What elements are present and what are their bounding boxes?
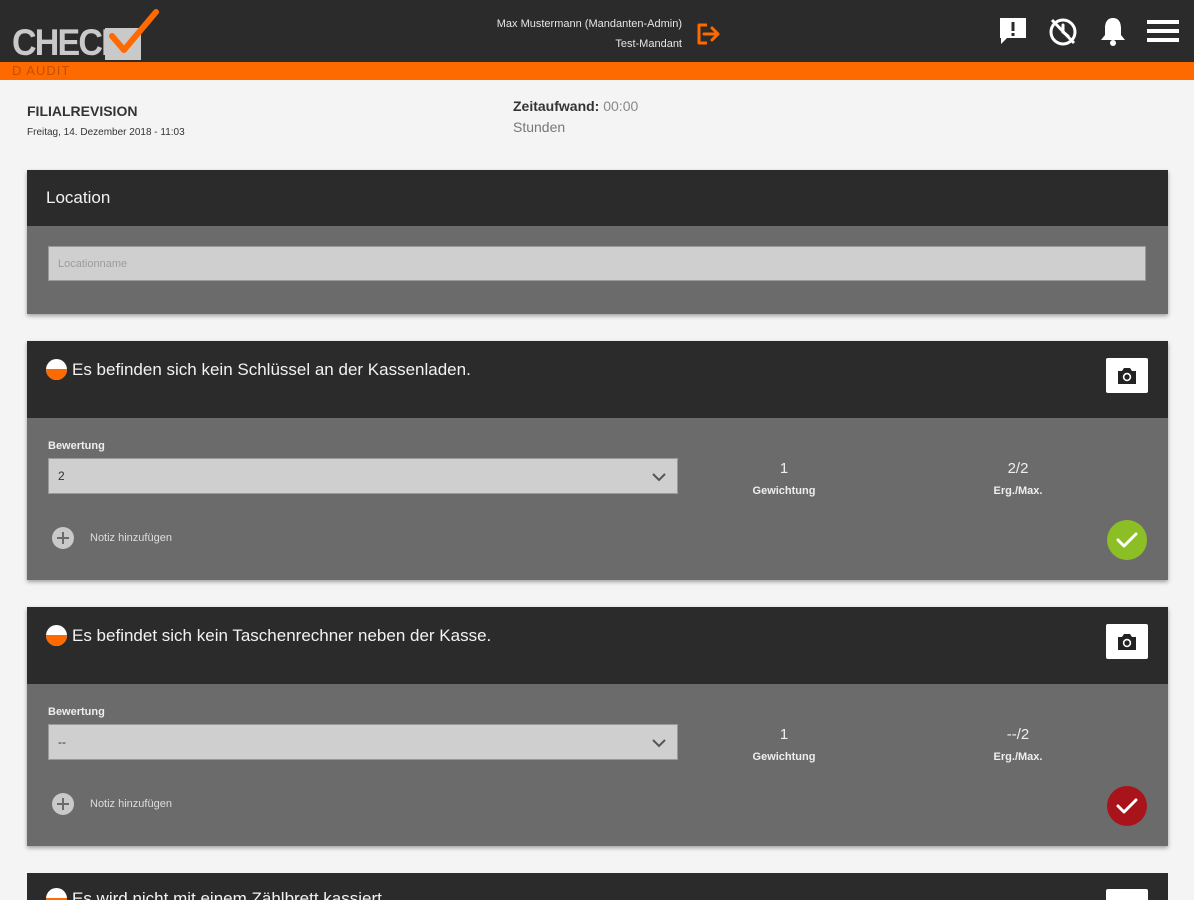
camera-icon: [1118, 633, 1136, 650]
logo-checkmark-icon: [109, 9, 159, 53]
section-bar: D AUDIT: [0, 62, 1194, 80]
rating-select[interactable]: --: [48, 724, 678, 760]
question-card-header: Es befinden sich kein Schlüssel an der K…: [27, 341, 1168, 418]
location-card-header: Location: [27, 170, 1168, 226]
time-effort: Zeitaufwand: 00:00: [513, 98, 638, 114]
weight-label: Gewichtung: [752, 751, 816, 763]
user-name: Max Mustermann (Mandanten-Admin): [496, 18, 682, 30]
add-note-label: Notiz hinzufügen: [90, 532, 172, 544]
result-value: --/2: [1006, 726, 1030, 743]
question-card: Es befindet sich kein Taschenrechner neb…: [27, 607, 1168, 846]
rating-label: Bewertung: [48, 440, 105, 452]
add-note-plus-icon: [52, 793, 74, 815]
question-card-header: Es befindet sich kein Taschenrechner neb…: [27, 607, 1168, 684]
chevron-down-icon: [652, 473, 666, 482]
weight-label: Gewichtung: [752, 485, 816, 497]
question-text: Es wird nicht mit einem Zählbrett kassie…: [72, 889, 387, 900]
result-status-check-icon[interactable]: [1107, 786, 1147, 826]
result-value: 2/2: [1007, 460, 1029, 477]
user-info: Max Mustermann (Mandanten-Admin) Test-Ma…: [440, 14, 682, 54]
hamburger-menu-icon[interactable]: [1146, 14, 1180, 48]
section-label: D AUDIT: [12, 63, 71, 78]
audit-title: FILIALREVISION: [27, 103, 138, 119]
weight-value: 1: [779, 726, 789, 743]
question-text: Es befindet sich kein Taschenrechner neb…: [72, 626, 492, 645]
result-metric: --/2 Erg./Max.: [958, 726, 1078, 763]
top-bar: CHECK Max Mustermann (Mandanten-Admin) T…: [0, 0, 1194, 63]
add-note-button[interactable]: Notiz hinzufügen: [52, 793, 172, 815]
notification-bell-icon[interactable]: [1096, 14, 1130, 48]
question-status-icon: [46, 888, 67, 900]
result-metric: 2/2 Erg./Max.: [958, 460, 1078, 497]
camera-icon: [1118, 367, 1136, 384]
camera-button[interactable]: [1106, 889, 1148, 900]
question-status-icon: [46, 359, 67, 380]
timer-icon[interactable]: [1046, 14, 1080, 48]
camera-button[interactable]: [1106, 358, 1148, 393]
feedback-icon[interactable]: [996, 14, 1030, 48]
chevron-down-icon: [652, 739, 666, 748]
add-note-button[interactable]: Notiz hinzufügen: [52, 527, 172, 549]
question-status-icon: [46, 625, 67, 646]
result-status-check-icon[interactable]: [1107, 520, 1147, 560]
question-text: Es befinden sich kein Schlüssel an der K…: [72, 360, 471, 379]
question-card: Es befinden sich kein Schlüssel an der K…: [27, 341, 1168, 580]
question-card-header: Es wird nicht mit einem Zählbrett kassie…: [27, 873, 1168, 900]
location-card: Location: [27, 170, 1168, 314]
rating-label: Bewertung: [48, 706, 105, 718]
time-effort-label: Zeitaufwand:: [513, 98, 600, 114]
result-label: Erg./Max.: [993, 751, 1043, 763]
logout-icon[interactable]: [694, 20, 722, 48]
camera-button[interactable]: [1106, 624, 1148, 659]
rating-value: --: [58, 735, 66, 749]
tenant-name: Test-Mandant: [615, 38, 682, 50]
time-effort-value: 00:00: [603, 98, 639, 114]
header-actions: [996, 14, 1180, 48]
result-label: Erg./Max.: [993, 485, 1043, 497]
add-note-label: Notiz hinzufügen: [90, 798, 172, 810]
add-note-plus-icon: [52, 527, 74, 549]
weight-value: 1: [779, 460, 789, 477]
weight-metric: 1 Gewichtung: [724, 726, 844, 763]
audit-date: Freitag, 14. Dezember 2018 - 11:03: [27, 127, 185, 138]
location-heading: Location: [46, 188, 111, 207]
weight-metric: 1 Gewichtung: [724, 460, 844, 497]
rating-value: 2: [58, 469, 65, 483]
rating-select[interactable]: 2: [48, 458, 678, 494]
location-name-input[interactable]: [48, 246, 1146, 281]
question-card: Es wird nicht mit einem Zählbrett kassie…: [27, 873, 1168, 900]
time-effort-unit: Stunden: [513, 119, 566, 135]
